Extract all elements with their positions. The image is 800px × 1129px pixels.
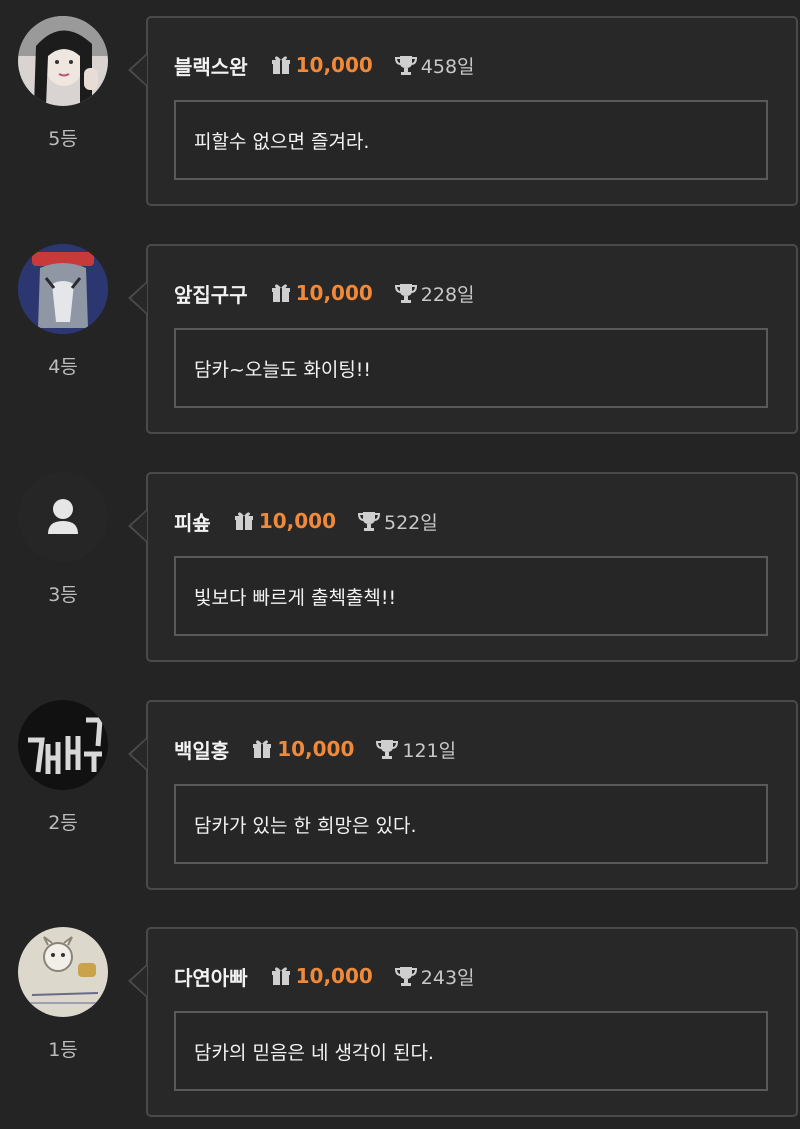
card-pointer <box>128 736 148 772</box>
trophy-icon <box>376 740 399 759</box>
avatar[interactable] <box>18 700 108 790</box>
avatar[interactable] <box>18 927 108 1017</box>
gift-amount: 10,000 <box>295 53 373 77</box>
gift-icon <box>253 740 272 758</box>
nickname[interactable]: 다연아빠 <box>174 962 248 991</box>
streak-days: 121일 <box>402 739 457 762</box>
message-box: 피할수 없으면 즐겨라. <box>174 100 768 180</box>
trophy-icon <box>394 284 417 303</box>
ranking-entry: 1등 다연아빠 10,000 243일 담카의 믿음은 네 생각이 된다. <box>0 927 800 1117</box>
gift-icon <box>271 56 290 74</box>
card-pointer <box>128 280 148 316</box>
ranking-entry: 4등 앞집구구 10,000 228일 담카~오늘도 화이팅!! <box>0 244 800 434</box>
message-box: 담카~오늘도 화이팅!! <box>174 328 768 408</box>
streak-days: 522일 <box>384 511 438 534</box>
rank-label: 5등 <box>48 128 78 150</box>
gift-amount: 10,000 <box>258 509 336 533</box>
gift-amount: 10,000 <box>295 281 373 305</box>
streak-days: 458일 <box>420 55 475 78</box>
message-card: 블랙스완 10,000 458일 피할수 없으면 즐겨라. <box>128 16 798 206</box>
ranking-entry: 3등 피숖 10,000 522일 빛보다 빠르게 출첵출첵!! <box>0 472 800 662</box>
nickname[interactable]: 피숖 <box>174 507 211 536</box>
trophy-icon <box>358 512 380 531</box>
ranking-entry: 5등 블랙스완 10,000 458일 피할수 없으면 즐겨라. <box>0 16 800 206</box>
message-text: 담카~오늘도 화이팅!! <box>194 358 372 381</box>
ranking-entry: 2등 백일홍 10,000 121일 담카가 있는 한 희망은 있다. <box>0 700 800 890</box>
rank-label: 4등 <box>48 356 78 378</box>
gift-icon <box>271 284 290 302</box>
card-pointer <box>128 508 148 544</box>
ranking-list: 5등 블랙스완 10,000 458일 피할수 없으면 즐겨라. 4등 앞집구구… <box>0 0 800 1129</box>
gift-amount: 10,000 <box>295 964 373 988</box>
message-text: 빛보다 빠르게 출첵출첵!! <box>194 586 397 609</box>
rank-label: 1등 <box>48 1039 78 1061</box>
avatar[interactable] <box>18 16 108 106</box>
message-card: 백일홍 10,000 121일 담카가 있는 한 희망은 있다. <box>128 700 798 890</box>
message-box: 빛보다 빠르게 출첵출첵!! <box>174 556 768 636</box>
message-card: 앞집구구 10,000 228일 담카~오늘도 화이팅!! <box>128 244 798 434</box>
message-card: 다연아빠 10,000 243일 담카의 믿음은 네 생각이 된다. <box>128 927 798 1117</box>
entry-meta: 다연아빠 10,000 243일 <box>174 961 475 991</box>
nickname[interactable]: 블랙스완 <box>174 51 248 80</box>
gift-amount: 10,000 <box>277 737 355 761</box>
entry-meta: 피숖 10,000 522일 <box>174 506 438 536</box>
avatar[interactable] <box>18 244 108 334</box>
avatar[interactable] <box>18 472 108 562</box>
message-card: 피숖 10,000 522일 빛보다 빠르게 출첵출첵!! <box>128 472 798 662</box>
rank-label: 2등 <box>48 812 78 834</box>
trophy-icon <box>394 56 417 75</box>
message-text: 피할수 없으면 즐겨라. <box>194 130 370 153</box>
message-text: 담카의 믿음은 네 생각이 된다. <box>194 1041 434 1064</box>
entry-meta: 백일홍 10,000 121일 <box>174 734 456 764</box>
message-text: 담카가 있는 한 희망은 있다. <box>194 814 417 837</box>
message-box: 담카가 있는 한 희망은 있다. <box>174 784 768 864</box>
nickname[interactable]: 백일홍 <box>174 735 229 764</box>
nickname[interactable]: 앞집구구 <box>174 279 248 308</box>
streak-days: 243일 <box>420 966 475 989</box>
entry-meta: 블랙스완 10,000 458일 <box>174 50 475 80</box>
gift-icon <box>234 512 253 530</box>
card-pointer <box>128 52 148 88</box>
rank-label: 3등 <box>48 584 78 606</box>
card-pointer <box>128 963 148 999</box>
streak-days: 228일 <box>420 283 475 306</box>
default-user-icon <box>18 472 108 562</box>
trophy-icon <box>394 967 417 986</box>
message-box: 담카의 믿음은 네 생각이 된다. <box>174 1011 768 1091</box>
gift-icon <box>271 967 290 985</box>
entry-meta: 앞집구구 10,000 228일 <box>174 278 475 308</box>
